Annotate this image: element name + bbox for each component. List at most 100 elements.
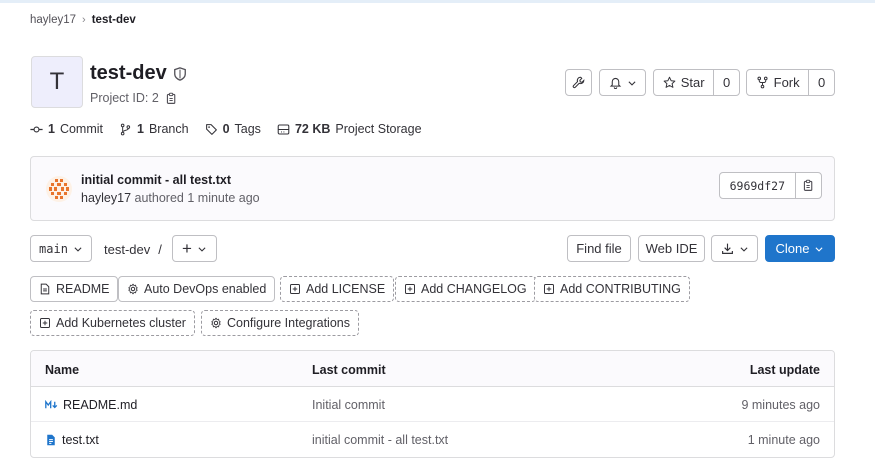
last-commit-panel: initial commit - all test.txt hayley17 a…	[30, 156, 835, 221]
tag-icon	[205, 123, 217, 135]
table-row[interactable]: README.md Initial commit 9 minutes ago	[31, 387, 834, 422]
commit-sha[interactable]: 6969df27	[720, 173, 795, 198]
storage-icon	[277, 124, 290, 134]
repo-path-root[interactable]: test-dev	[104, 242, 150, 257]
header-name: Name	[45, 363, 80, 377]
project-id: Project ID: 2	[90, 91, 178, 105]
project-avatar[interactable]: T	[31, 56, 83, 108]
plus-square-icon	[290, 284, 300, 294]
quick-link-label: Add CHANGELOG	[421, 282, 527, 296]
fork-button[interactable]: Fork	[747, 70, 808, 95]
quick-link-label: Add LICENSE	[306, 282, 386, 296]
stat-label: Tags	[234, 122, 261, 136]
add-changelog-link[interactable]: Add CHANGELOG	[395, 276, 536, 302]
clone-button[interactable]: Clone	[765, 235, 835, 262]
add-dropdown-button[interactable]: +	[172, 235, 217, 262]
bell-icon	[609, 77, 621, 89]
stat-label: Project Storage	[335, 122, 422, 136]
branch-icon	[120, 123, 131, 135]
file-name[interactable]: README.md	[63, 398, 137, 412]
quick-link-label: Configure Integrations	[227, 316, 350, 330]
stat-count: 0	[222, 122, 230, 136]
stat-label: Commit	[59, 122, 104, 136]
file-table: Name Last commit Last update README.md I…	[30, 350, 835, 458]
copy-icon	[803, 179, 813, 191]
commit-time: authored 1 minute ago	[134, 191, 260, 205]
quick-link-label: README	[56, 282, 110, 296]
chevron-down-icon	[739, 246, 748, 252]
add-kubernetes-link[interactable]: Add Kubernetes cluster	[30, 310, 195, 336]
star-icon	[663, 76, 676, 88]
download-button[interactable]	[711, 235, 758, 262]
star-button-group: Star 0	[653, 69, 740, 96]
fork-button-group: Fork 0	[746, 69, 835, 96]
file-icon	[47, 434, 55, 446]
stat-tags[interactable]: 0 Tags	[205, 122, 261, 136]
header-last-commit: Last commit	[312, 363, 386, 377]
chevron-down-icon	[74, 246, 82, 252]
file-updated: 1 minute ago	[747, 433, 820, 447]
file-name-cell[interactable]: test.txt	[45, 433, 99, 447]
stat-commits[interactable]: 1 Commit	[30, 122, 103, 136]
branch-selector[interactable]: main	[30, 235, 92, 262]
copy-sha-button[interactable]	[795, 173, 821, 198]
fork-label: Fork	[773, 75, 800, 90]
header-last-update: Last update	[749, 363, 820, 377]
fork-count[interactable]: 0	[808, 70, 834, 95]
file-commit-message[interactable]: initial commit - all test.txt	[312, 433, 448, 447]
breadcrumb-project[interactable]: test-dev	[92, 14, 136, 26]
star-button[interactable]: Star	[654, 70, 713, 95]
file-name-cell[interactable]: README.md	[45, 398, 137, 412]
chevron-down-icon	[627, 80, 636, 86]
stat-branches[interactable]: 1 Branch	[119, 122, 189, 136]
settings-button[interactable]	[565, 69, 592, 96]
chevron-down-icon	[815, 246, 824, 252]
stat-count: 1	[48, 122, 55, 136]
fork-icon	[757, 76, 768, 89]
plus-square-icon	[40, 318, 50, 328]
commit-sha-group: 6969df27	[718, 172, 822, 199]
identicon-icon	[46, 176, 72, 202]
file-updated: 9 minutes ago	[741, 398, 820, 412]
copy-icon[interactable]	[165, 92, 178, 105]
commit-icon	[30, 125, 43, 133]
notifications-button[interactable]	[599, 69, 646, 96]
repo-path-separator: /	[158, 242, 162, 257]
star-count[interactable]: 0	[713, 70, 739, 95]
file-commit-message[interactable]: Initial commit	[312, 398, 385, 412]
author-avatar[interactable]	[46, 176, 72, 202]
breadcrumb: hayley17 › test-dev	[30, 14, 136, 26]
add-contributing-link[interactable]: Add CONTRIBUTING	[534, 276, 690, 302]
table-header: Name Last commit Last update	[31, 351, 834, 387]
readme-link[interactable]: README	[30, 276, 119, 302]
breadcrumb-group[interactable]: hayley17	[30, 14, 76, 26]
stat-storage[interactable]: 72 KB Project Storage	[277, 122, 422, 136]
project-stats: 1 Commit 1 Branch 0 Tags 72 KB Project Stora…	[30, 122, 422, 136]
file-name[interactable]: test.txt	[62, 433, 99, 447]
plus-square-icon	[544, 284, 554, 294]
plus-square-icon	[405, 284, 415, 294]
project-id-label: Project ID: 2	[90, 91, 159, 105]
commit-title[interactable]: initial commit - all test.txt	[81, 173, 231, 187]
table-row[interactable]: test.txt initial commit - all test.txt 1…	[31, 422, 834, 457]
project-title: test-dev	[90, 62, 187, 85]
document-icon	[40, 283, 50, 295]
commit-author[interactable]: hayley17	[81, 191, 131, 205]
wrench-icon	[572, 76, 585, 89]
markdown-icon	[45, 400, 58, 409]
breadcrumb-separator: ›	[82, 14, 86, 26]
find-file-button[interactable]: Find file	[567, 235, 631, 262]
star-label: Star	[680, 75, 705, 90]
shield-icon	[173, 66, 186, 81]
repo-path: test-dev /	[104, 242, 162, 257]
clone-label: Clone	[775, 241, 810, 256]
quick-link-label: Add CONTRIBUTING	[560, 282, 681, 296]
add-license-link[interactable]: Add LICENSE	[280, 276, 395, 302]
configure-integrations-link[interactable]: Configure Integrations	[201, 310, 359, 336]
quick-link-label: Add Kubernetes cluster	[56, 316, 186, 330]
stat-count: 72 KB	[294, 122, 331, 136]
gear-icon	[128, 283, 138, 295]
project-name: test-dev	[90, 62, 167, 84]
auto-devops-link[interactable]: Auto DevOps enabled	[118, 276, 276, 302]
web-ide-button[interactable]: Web IDE	[638, 235, 705, 262]
